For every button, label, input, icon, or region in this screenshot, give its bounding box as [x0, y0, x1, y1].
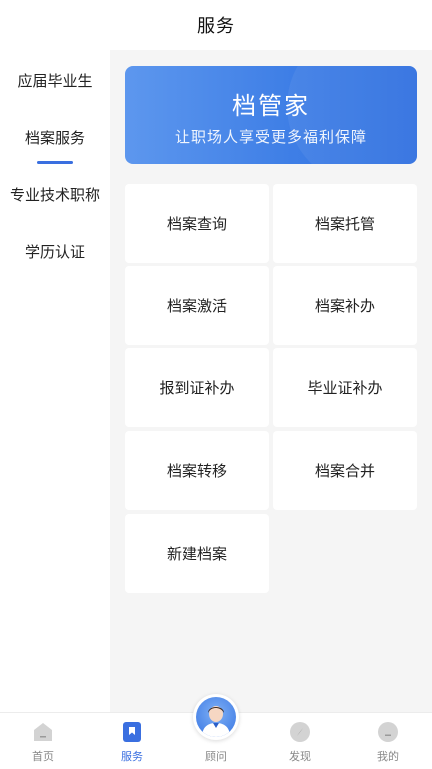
advisor-avatar[interactable]: [193, 694, 239, 740]
service-archive-custody[interactable]: 档案托管: [273, 184, 417, 263]
tab-label: 我的: [377, 750, 399, 763]
service-content: 档管家 让职场人享受更多福利保障 档案查询 档案托管 档案激活 档案补办 报到证…: [110, 50, 432, 712]
tab-label: 顾问: [205, 750, 227, 763]
service-archive-transfer[interactable]: 档案转移: [125, 431, 269, 510]
service-label: 报到证补办: [159, 379, 235, 397]
tab-discover[interactable]: 发现: [257, 713, 343, 769]
service-archive-activation[interactable]: 档案激活: [125, 266, 269, 345]
service-archive-merge[interactable]: 档案合并: [273, 431, 417, 510]
tab-label: 首页: [32, 750, 54, 763]
home-icon: [34, 723, 52, 741]
sidebar-item-degree-verification[interactable]: 学历认证: [0, 241, 110, 262]
compass-icon: [290, 722, 310, 742]
tab-label: 发现: [289, 750, 311, 763]
advisor-avatar-image: [196, 697, 236, 737]
service-label: 档案合并: [314, 462, 375, 480]
sidebar-item-graduates[interactable]: 应届毕业生: [0, 70, 110, 91]
page-header: 服务: [0, 0, 432, 50]
banner-title: 档管家: [232, 92, 310, 120]
service-label: 档案补办: [314, 297, 375, 315]
service-new-archive[interactable]: 新建档案: [125, 514, 269, 593]
category-sidebar: 应届毕业生 档案服务 专业技术职称 学历认证: [0, 50, 110, 712]
service-registration-cert-reissue[interactable]: 报到证补办: [125, 348, 269, 427]
tab-services[interactable]: 服务: [89, 713, 175, 769]
service-label: 档案转移: [166, 462, 227, 480]
sidebar-item-archive-services[interactable]: 档案服务: [0, 127, 110, 164]
profile-icon: [378, 722, 398, 742]
service-label: 档案查询: [166, 215, 227, 233]
service-label: 档案激活: [166, 297, 227, 315]
sidebar-item-professional-titles[interactable]: 专业技术职称: [0, 184, 110, 205]
page-title: 服务: [197, 16, 235, 37]
tab-home[interactable]: 首页: [0, 713, 86, 769]
tab-label: 服务: [121, 750, 143, 763]
service-archive-query[interactable]: 档案查询: [125, 184, 269, 263]
advisor-person-icon: [202, 706, 230, 737]
service-label: 档案托管: [314, 215, 375, 233]
tab-mine[interactable]: 我的: [345, 713, 431, 769]
banner-subtitle: 让职场人享受更多福利保障: [174, 128, 367, 146]
sidebar-item-label: 应届毕业生: [17, 72, 93, 90]
service-diploma-reissue[interactable]: 毕业证补办: [273, 348, 417, 427]
service-label: 毕业证补办: [307, 379, 383, 397]
sidebar-item-label: 专业技术职称: [9, 186, 100, 204]
sidebar-item-label: 学历认证: [24, 243, 85, 261]
archive-manager-banner[interactable]: 档管家 让职场人享受更多福利保障: [125, 66, 417, 164]
active-indicator: [37, 161, 73, 164]
service-archive-reissue[interactable]: 档案补办: [273, 266, 417, 345]
bookmark-icon: [123, 722, 141, 742]
sidebar-item-label: 档案服务: [24, 129, 85, 147]
service-label: 新建档案: [166, 545, 227, 563]
